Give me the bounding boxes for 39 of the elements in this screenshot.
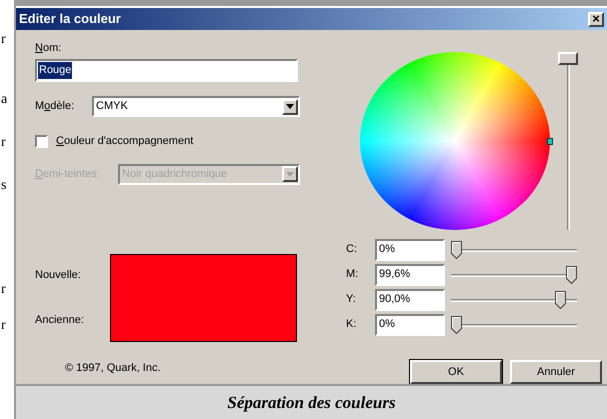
- selected-text: Rouge: [38, 62, 72, 79]
- channel-label: K:: [346, 317, 358, 332]
- margin-text: r: [1, 283, 6, 297]
- sample-label: Ancienne:: [35, 312, 85, 328]
- checkbox[interactable]: [35, 134, 48, 148]
- model-dropdown[interactable]: CMYK: [92, 96, 300, 117]
- slider-thumb[interactable]: [554, 290, 566, 308]
- channel-label: Y:: [346, 292, 357, 308]
- channel-label: C:: [346, 242, 358, 258]
- name-label: Nom:: [35, 41, 62, 56]
- sample-label: Nouvelle:: [35, 268, 82, 283]
- slider-thumb[interactable]: [451, 240, 462, 258]
- model-label: Modèle:: [35, 99, 76, 114]
- checkbox-label[interactable]: Couleur d'accompagnement: [56, 133, 194, 150]
- name-field[interactable]: Rouge: [35, 59, 298, 82]
- margin-text: r: [1, 33, 6, 47]
- slider-thumb[interactable]: [566, 266, 577, 284]
- slider-track[interactable]: [451, 290, 577, 310]
- copyright-text: © 1997, Quark, Inc.: [65, 360, 161, 376]
- wheel-marker[interactable]: [547, 138, 553, 145]
- slider-track[interactable]: [451, 314, 577, 334]
- margin-text: r: [1, 136, 6, 150]
- margin-text: s: [1, 179, 6, 193]
- close-button[interactable]: ×: [588, 12, 604, 26]
- channel-field[interactable]: 99,6%: [375, 264, 445, 286]
- channel-field[interactable]: 0%: [375, 238, 445, 260]
- channel-field[interactable]: 0%: [375, 314, 445, 336]
- figure-caption: Séparation des couleurs: [227, 392, 396, 414]
- brightness-slider[interactable]: [558, 52, 578, 230]
- margin-text: r: [1, 319, 6, 333]
- window-title: Editer la couleur: [19, 10, 121, 28]
- margin-text: a: [1, 93, 8, 107]
- channel-field[interactable]: 90,0%: [375, 288, 445, 310]
- dialog-button[interactable]: OK: [410, 360, 502, 384]
- slider-thumb[interactable]: [451, 316, 462, 334]
- slider-track[interactable]: [451, 240, 577, 260]
- slider-track[interactable]: [451, 264, 577, 284]
- dialog-button[interactable]: Annuler: [510, 360, 602, 384]
- channel-label: M:: [346, 267, 360, 282]
